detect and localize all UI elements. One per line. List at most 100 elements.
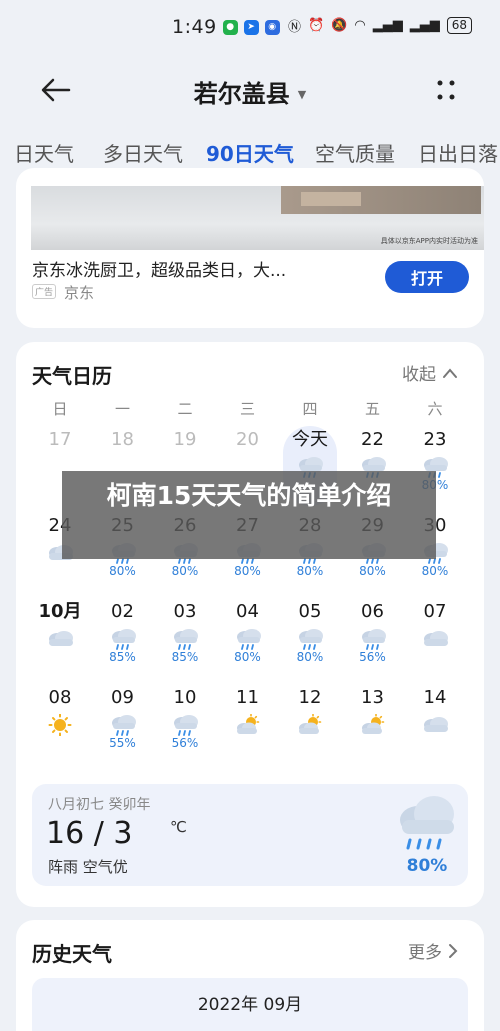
precipitation-percent: 85%	[171, 650, 199, 664]
day-number: 07	[423, 601, 447, 622]
precipitation-percent: 80%	[234, 564, 261, 578]
calendar-day[interactable]: 08	[32, 686, 88, 766]
day-number: 03	[173, 601, 197, 622]
ad-badge: 广告	[32, 284, 57, 299]
open-button[interactable]: 打开	[385, 261, 469, 293]
precipitation-percent: 80%	[359, 564, 386, 578]
precipitation-percent: 56%	[171, 736, 199, 750]
weather-calendar-card: 天气日历 收起 日一二三四五六 17181920今天222380%242580%…	[16, 342, 484, 907]
weekday-label: 四	[302, 400, 318, 418]
precipitation-percent: 80%	[296, 650, 324, 664]
chevron-up-icon	[443, 367, 457, 378]
rain-cloud-icon	[170, 714, 200, 736]
tab-multi-day[interactable]: 多日天气	[103, 138, 183, 167]
lunar-date: 八月初七 癸卯年	[48, 797, 151, 813]
precipitation-percent: 80%	[171, 564, 199, 578]
collapse-button[interactable]: 收起	[402, 360, 458, 385]
day-number: 22	[361, 429, 384, 450]
history-more-button[interactable]: 更多	[408, 938, 458, 963]
weekday-label: 二	[177, 400, 193, 418]
day-number: 10	[173, 687, 197, 708]
day-number: 14	[423, 687, 447, 708]
calendar-day[interactable]: 10 56%	[157, 686, 213, 766]
precipitation-percent: 56%	[359, 650, 386, 664]
history-month: 2022年 09月	[197, 995, 303, 1015]
ad-title: 京东冰洗厨卫，超级品类日，大...	[32, 261, 287, 281]
weekday-label: 日	[52, 400, 68, 418]
more-options-button[interactable]	[430, 74, 462, 106]
calendar-day[interactable]: 11	[220, 686, 276, 766]
day-number: 05	[298, 601, 322, 622]
day-number: 23	[423, 429, 447, 450]
more-dots-icon	[437, 80, 455, 100]
day-number: 08	[48, 687, 72, 708]
sun-icon	[45, 713, 75, 737]
calendar-day[interactable]: 07	[407, 600, 463, 680]
temperature-range: 16 / 3	[46, 816, 133, 851]
day-number: 02	[111, 601, 134, 622]
chevron-right-icon	[449, 943, 458, 958]
overlay-title: 柯南15天天气的简单介绍	[106, 481, 392, 510]
header: 若尔盖县 ▼	[0, 60, 500, 120]
day-number: 11	[236, 687, 259, 708]
wifi-icon: ◠	[354, 18, 366, 33]
history-more-label: 更多	[408, 943, 442, 963]
rain-cloud-icon	[233, 628, 263, 650]
precipitation-percent: 85%	[109, 650, 136, 664]
day-number: 今天	[292, 429, 328, 450]
calendar-day[interactable]: 14	[407, 686, 463, 766]
calendar-day[interactable]: 13	[345, 686, 401, 766]
ad-image-item	[301, 192, 361, 206]
ad-image-caption: 具体以京东APP内实时活动为准	[380, 237, 478, 245]
battery-icon: 68	[446, 17, 473, 34]
precipitation-percent: 80%	[296, 564, 324, 578]
calendar-title: 天气日历	[32, 364, 112, 388]
ad-card[interactable]: 具体以京东APP内实时活动为准 京东冰洗厨卫，超级品类日，大... 广告 京东 …	[16, 168, 484, 328]
calendar-day[interactable]: 09 55%	[95, 686, 151, 766]
page-title: 若尔盖县	[193, 80, 290, 108]
day-number: 06	[361, 601, 384, 622]
calendar-day[interactable]: 02 85%	[95, 600, 151, 680]
collapse-label: 收起	[402, 365, 436, 385]
tab-daily[interactable]: 日天气	[14, 138, 74, 167]
calendar-day[interactable]: 05 80%	[282, 600, 338, 680]
rain-cloud-icon	[170, 628, 200, 650]
history-weather-card: 历史天气 更多 2022年 09月	[16, 920, 484, 1031]
rain-cloud-icon	[108, 714, 138, 736]
day-number: 04	[236, 601, 259, 622]
signal-5g-icon: ▂▄▆	[372, 18, 403, 33]
alarm-icon: ⏰	[308, 18, 325, 33]
rain-cloud-icon	[108, 628, 138, 650]
rain-cloud-icon	[295, 628, 325, 650]
ad-image: 具体以京东APP内实时活动为准	[31, 186, 484, 250]
history-month-panel[interactable]: 2022年 09月	[32, 978, 468, 1031]
tab-90-day[interactable]: 90日天气	[206, 138, 294, 167]
cloud-icon	[420, 714, 450, 736]
wechat-icon: ●	[222, 19, 238, 35]
partly-cloudy-icon	[358, 713, 388, 736]
calendar-day[interactable]: 12	[282, 686, 338, 766]
day-detail-panel: 八月初七 癸卯年 16 / 3 ℃ 阵雨 空气优 80%	[32, 784, 468, 886]
rain-cloud-icon	[358, 628, 388, 650]
partly-cloudy-icon	[233, 713, 263, 736]
location-selector[interactable]: 若尔盖县 ▼	[0, 74, 500, 109]
precipitation-percent: 80%	[109, 564, 136, 578]
tab-air-quality[interactable]: 空气质量	[315, 138, 395, 167]
day-number: 12	[298, 687, 322, 708]
status-right: Ⓝ ⏰ 🔕 ◠ ▂▄▆ ▂▄▆ 68	[288, 16, 473, 35]
day-number: 09	[111, 687, 134, 708]
app-arrow-icon: ➤	[243, 19, 259, 35]
tab-sunrise-sunset[interactable]: 日出日落	[418, 138, 498, 167]
calendar-day[interactable]: 04 80%	[220, 600, 276, 680]
temperature-unit: ℃	[170, 818, 187, 836]
weather-description: 阵雨 空气优	[48, 858, 128, 876]
calendar-day[interactable]: 06 56%	[345, 600, 401, 680]
status-bar: 1:49 ● ➤ ◉ Ⓝ ⏰ 🔕 ◠ ▂▄▆ ▂▄▆ 68	[0, 0, 500, 60]
calendar-day[interactable]: 03 85%	[157, 600, 213, 680]
article-title-overlay: 柯南15天天气的简单介绍	[62, 471, 436, 559]
mute-icon: 🔕	[331, 18, 348, 33]
weekday-label: 三	[239, 400, 255, 418]
calendar-day[interactable]: 10月	[32, 600, 88, 680]
day-number: 18	[111, 429, 134, 450]
status-time: 1:49	[172, 16, 217, 38]
